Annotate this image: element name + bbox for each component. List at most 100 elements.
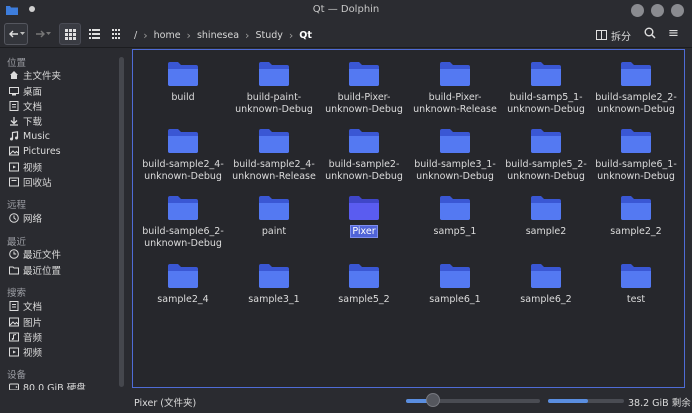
file-item[interactable]: build-sample3_1- unknown-Debug	[410, 125, 500, 183]
file-item[interactable]: build-Pixer-unknown-Debug	[319, 58, 409, 116]
folder-icon	[439, 263, 471, 289]
search-button[interactable]	[644, 27, 658, 43]
minimize-button[interactable]	[631, 4, 644, 17]
sidebar-item-documents[interactable]: 文档	[8, 99, 42, 113]
file-item[interactable]: sample5_2	[319, 260, 409, 318]
trash-icon	[8, 177, 19, 188]
file-item[interactable]: build	[138, 58, 228, 116]
folder-icon	[167, 195, 199, 221]
desktop-icon	[8, 86, 19, 97]
file-item[interactable]: build-paint-unknown-Debug	[229, 58, 319, 116]
file-name-line: build-sample2_2-	[595, 92, 677, 103]
file-name-line: build-paint-	[246, 92, 302, 103]
sidebar-item-trash[interactable]: 回收站	[8, 175, 52, 189]
file-item[interactable]: sample3_1	[229, 260, 319, 318]
file-item[interactable]: paint	[229, 192, 319, 250]
file-item[interactable]: sample6_1	[410, 260, 500, 318]
sidebar-item-label: 文档	[23, 302, 43, 313]
close-button[interactable]	[671, 4, 684, 17]
sidebar-item-downloads[interactable]: 下载	[8, 114, 42, 128]
compact-view-button[interactable]	[107, 23, 127, 45]
file-item[interactable]: build-sample6_1- unknown-Debug	[591, 125, 681, 183]
sidebar-item-home[interactable]: 主文件夹	[8, 68, 61, 82]
section-search: 搜索	[7, 288, 27, 299]
breadcrumb-home[interactable]: home	[151, 30, 184, 41]
places-panel: 位置 主文件夹 桌面 文档 下载 Music Pictures 视频 回收站 远…	[0, 49, 128, 398]
sidebar-item-label: 文档	[23, 102, 43, 113]
arrow-left-icon	[8, 30, 18, 38]
document-icon	[8, 101, 19, 112]
audio-icon	[8, 332, 19, 343]
breadcrumb-current[interactable]: Qt	[296, 30, 315, 41]
file-item[interactable]: sample6_2	[501, 260, 591, 318]
sidebar-item-recent-locations[interactable]: 最近位置	[8, 263, 61, 277]
chevron-right-icon[interactable]: ›	[286, 29, 296, 42]
search-icon	[644, 27, 656, 39]
chevron-right-icon[interactable]: ›	[140, 29, 150, 42]
file-name: build-sample2_4- unknown-Debug	[138, 159, 228, 183]
chevron-right-icon[interactable]: ›	[184, 29, 194, 42]
file-name-line: unknown-Debug	[235, 104, 313, 115]
details-view-button[interactable]	[84, 23, 104, 45]
split-button[interactable]: 拆分	[596, 27, 631, 43]
file-name: build-Pixer-unknown-Release	[410, 92, 500, 116]
sidebar-item-label: 桌面	[23, 87, 43, 98]
free-space-bar[interactable]	[548, 399, 624, 403]
hamburger-menu-icon[interactable]: ≡	[668, 27, 682, 43]
file-item[interactable]: test	[591, 260, 681, 318]
file-item[interactable]: build-sample6_2- unknown-Debug	[138, 192, 228, 250]
file-item[interactable]: Pixer	[319, 192, 409, 250]
file-name-line: build-sample2_4-	[142, 159, 224, 170]
sidebar-item-music[interactable]: Music	[8, 129, 50, 143]
forward-button[interactable]	[30, 23, 54, 45]
file-item[interactable]: sample2	[501, 192, 591, 250]
file-item[interactable]: build-sample5_2- unknown-Debug	[501, 125, 591, 183]
file-name-line: paint	[261, 226, 287, 237]
breadcrumb-study[interactable]: Study	[252, 30, 285, 41]
file-item[interactable]: build-sample2_2- unknown-Debug	[591, 58, 681, 116]
sidebar-item-search-videos[interactable]: 视频	[8, 345, 42, 359]
sidebar-item-videos[interactable]: 视频	[8, 160, 42, 174]
file-item[interactable]: build-sample2_4- unknown-Debug	[138, 125, 228, 183]
file-item[interactable]: samp5_1	[410, 192, 500, 250]
file-item[interactable]: build-sample2_4- unknown-Release	[229, 125, 319, 183]
file-name-line: sample2_2	[610, 226, 662, 237]
sidebar-item-pictures[interactable]: Pictures	[8, 144, 61, 158]
file-name-line: build-sample2-	[328, 159, 400, 170]
file-name-line: build-sample2_4-	[233, 159, 315, 170]
file-name: build-sample2- unknown-Debug	[319, 159, 409, 183]
file-name-line: samp5_1	[433, 226, 477, 237]
maximize-button[interactable]	[651, 4, 664, 17]
file-item[interactable]: build-samp5_1- unknown-Debug	[501, 58, 591, 116]
file-name-line: unknown-Debug	[507, 104, 585, 115]
zoom-slider-handle[interactable]	[425, 393, 440, 407]
sidebar-item-desktop[interactable]: 桌面	[8, 84, 42, 98]
file-item[interactable]: build-Pixer-unknown-Release	[410, 58, 500, 116]
file-item[interactable]: build-sample2- unknown-Debug	[319, 125, 409, 183]
sidebar-item-search-documents[interactable]: 文档	[8, 299, 42, 313]
file-name-line: Pixer	[350, 225, 378, 238]
file-item[interactable]: sample2_4	[138, 260, 228, 318]
breadcrumb-user[interactable]: shinesea	[194, 30, 242, 41]
chevron-right-icon[interactable]: ›	[242, 29, 252, 42]
breadcrumb-root[interactable]: /	[131, 30, 140, 41]
folder-icon	[439, 61, 471, 87]
sidebar-item-search-audio[interactable]: 音频	[8, 330, 42, 344]
back-button[interactable]	[4, 23, 28, 45]
sidebar-item-label: 视频	[23, 163, 43, 174]
sidebar-item-search-images[interactable]: 图片	[8, 315, 42, 329]
folder-icon	[530, 61, 562, 87]
sidebar-item-recent-files[interactable]: 最近文件	[8, 247, 61, 261]
sidebar-item-network[interactable]: 网络	[8, 211, 42, 225]
file-item[interactable]: sample2_2	[591, 192, 681, 250]
folder-icon	[530, 263, 562, 289]
folder-icon	[258, 195, 290, 221]
sidebar-item-label: 最近位置	[23, 266, 62, 277]
icons-view-button[interactable]	[59, 23, 81, 45]
folder-icon	[167, 128, 199, 154]
sidebar-item-label: 主文件夹	[23, 71, 62, 82]
file-name-line: unknown-Debug	[416, 171, 494, 182]
sidebar-scrollbar[interactable]	[119, 57, 124, 387]
sidebar-item-label: 音频	[23, 333, 43, 344]
list-icon	[88, 29, 100, 39]
